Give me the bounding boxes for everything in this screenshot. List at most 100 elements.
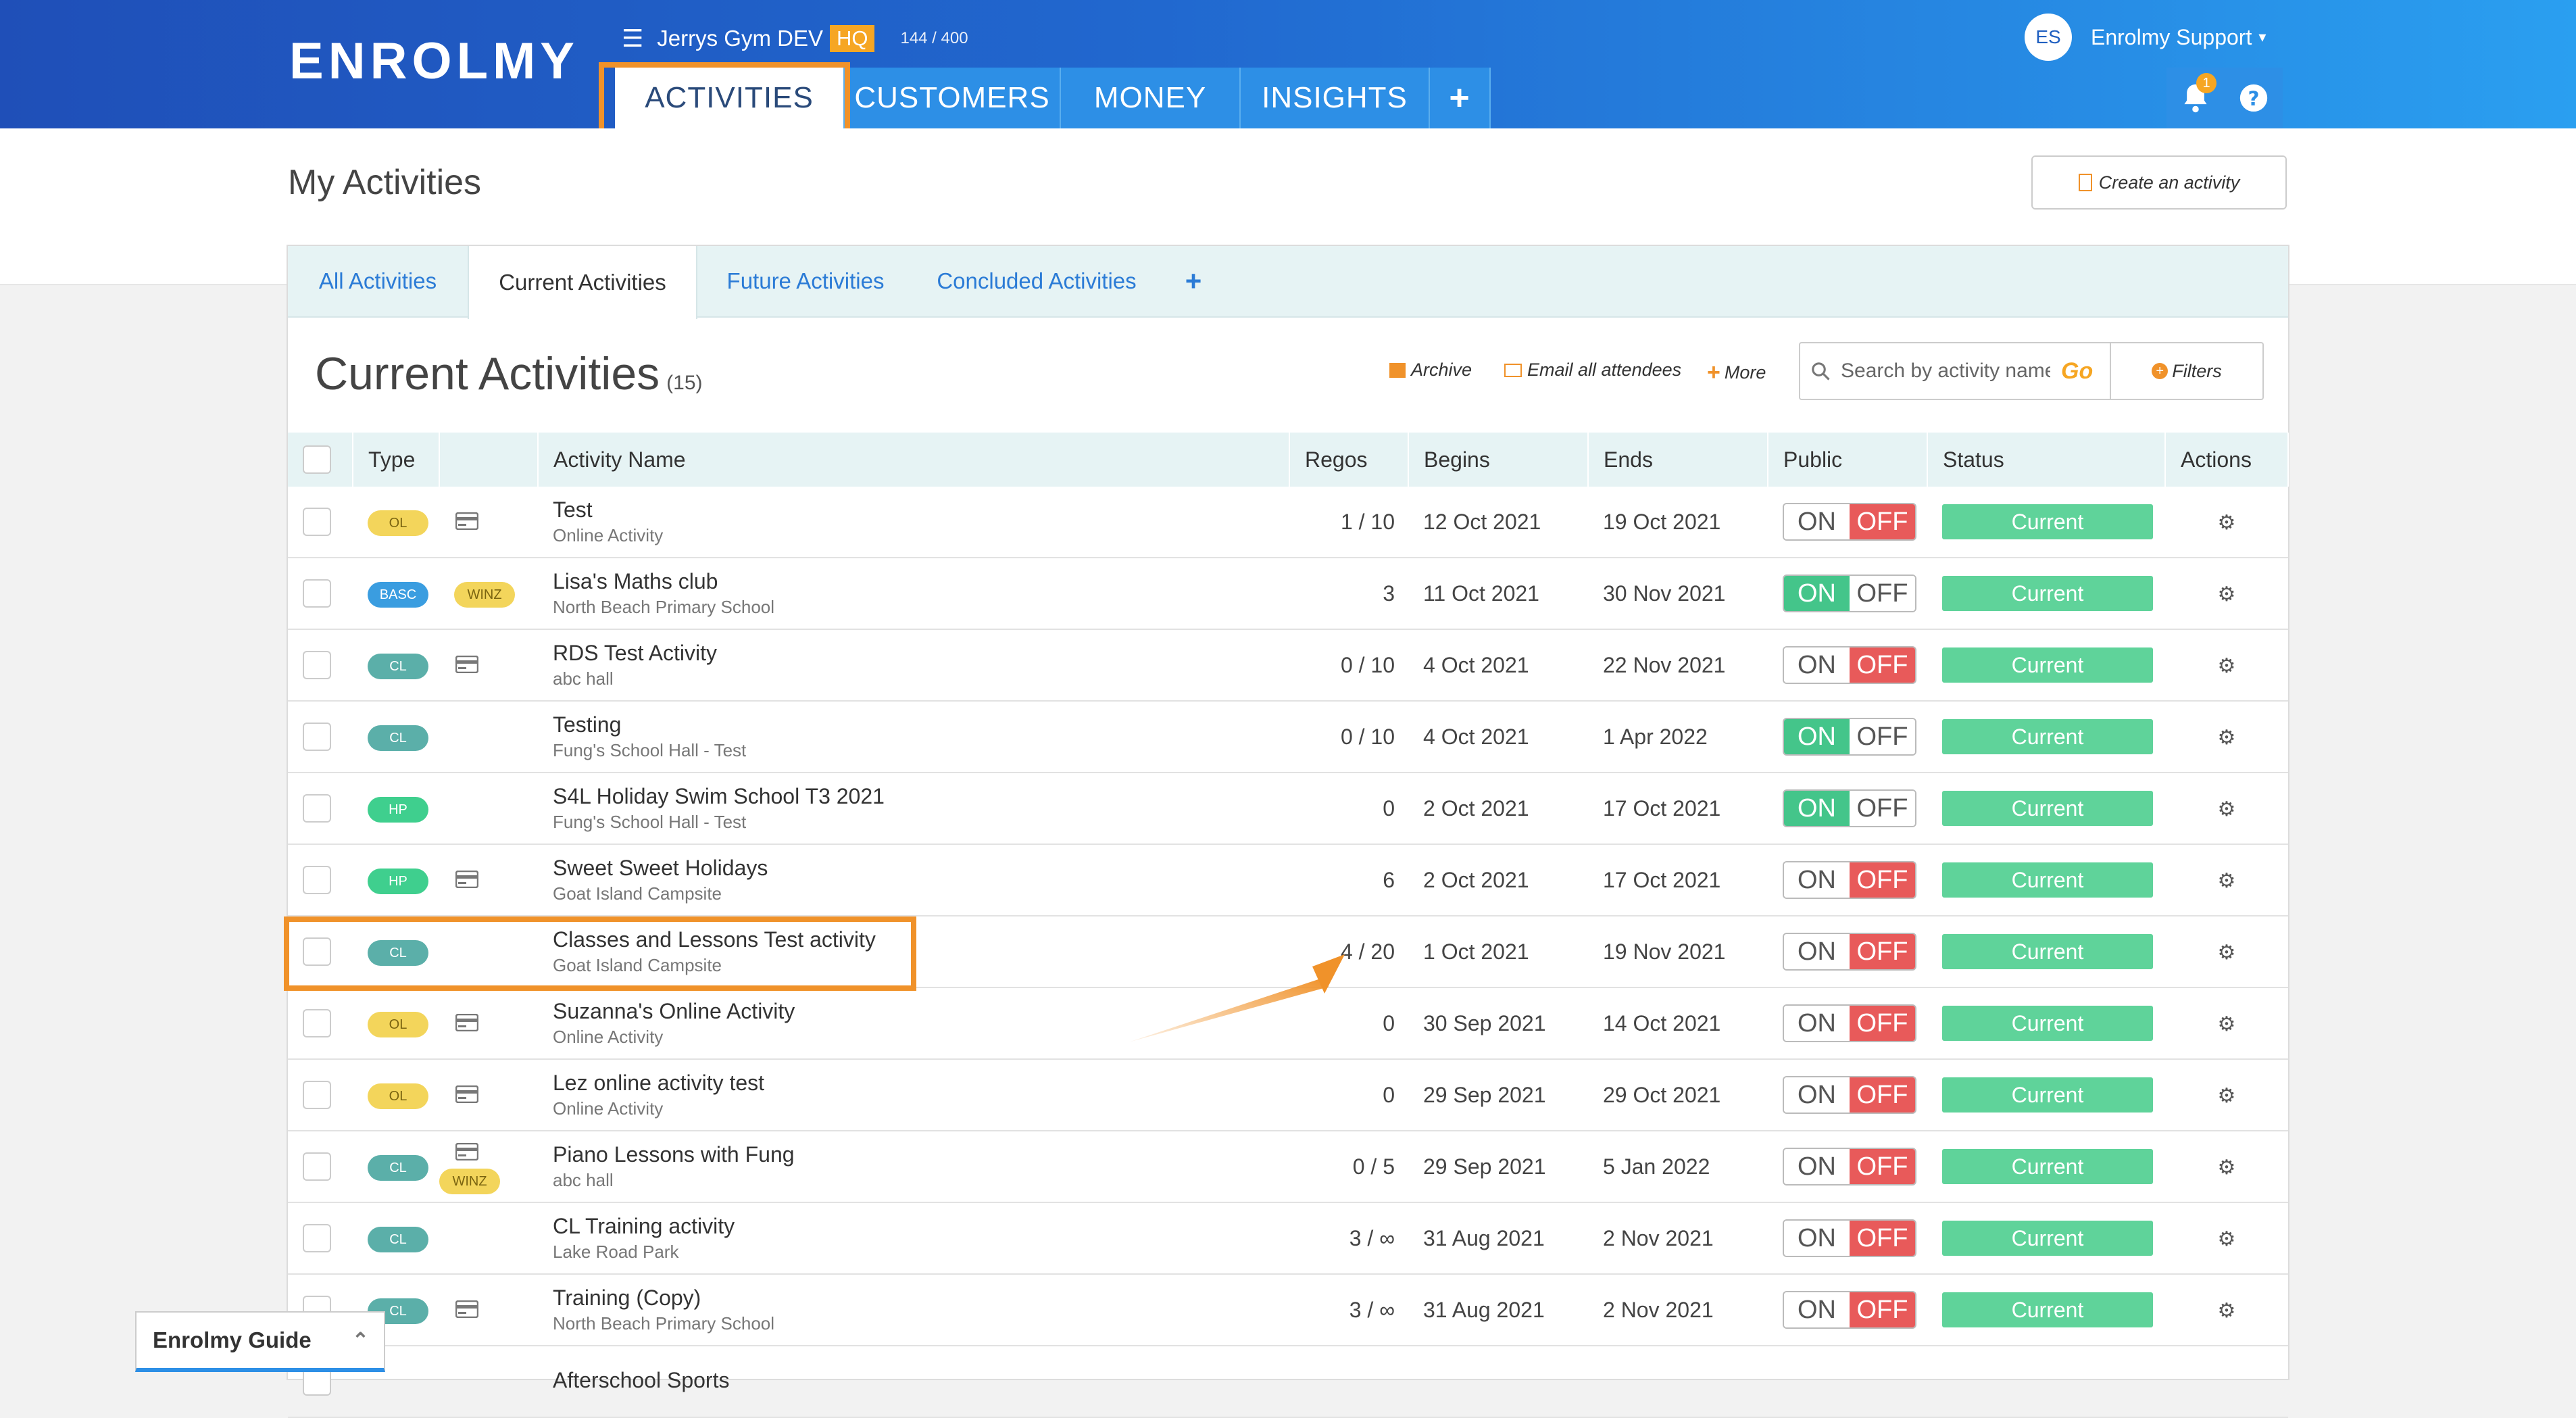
public-toggle[interactable]: ON OFF bbox=[1783, 1004, 1916, 1042]
add-tab-icon[interactable]: + bbox=[1160, 246, 1227, 316]
table-row[interactable]: CL RDS Test Activity abc hall 0 / 10 4 Oct 2… bbox=[288, 629, 2288, 702]
activity-name-cell[interactable]: Testing Fung's School Hall - Test bbox=[538, 701, 1289, 773]
gear-icon[interactable]: ⚙ bbox=[2218, 512, 2236, 534]
archive-button[interactable]: Archive bbox=[1389, 360, 1472, 381]
toggle-on[interactable]: ON bbox=[1784, 934, 1850, 969]
activity-name-cell[interactable]: Sweet Sweet Holidays Goat Island Campsite bbox=[538, 844, 1289, 916]
public-toggle[interactable]: ON OFF bbox=[1783, 646, 1916, 684]
row-checkbox[interactable] bbox=[303, 579, 331, 608]
toggle-on[interactable]: ON bbox=[1784, 1006, 1850, 1041]
toggle-off[interactable]: OFF bbox=[1850, 1077, 1915, 1113]
public-toggle[interactable]: ON OFF bbox=[1783, 789, 1916, 827]
nav-tab-customers[interactable]: CUSTOMERS bbox=[845, 68, 1061, 128]
public-toggle[interactable]: ON OFF bbox=[1783, 1291, 1916, 1329]
nav-tab-money[interactable]: MONEY bbox=[1061, 68, 1241, 128]
activity-name[interactable]: Afterschool Sports bbox=[553, 1368, 1289, 1393]
toggle-off[interactable]: OFF bbox=[1850, 791, 1915, 826]
toggle-on[interactable]: ON bbox=[1784, 1149, 1850, 1184]
activity-name[interactable]: Test bbox=[553, 497, 1289, 522]
activity-name-cell[interactable]: Lez online activity test Online Activity bbox=[538, 1059, 1289, 1131]
toggle-on[interactable]: ON bbox=[1784, 862, 1850, 898]
gear-icon[interactable]: ⚙ bbox=[2218, 942, 2236, 964]
row-checkbox[interactable] bbox=[303, 1009, 331, 1037]
gear-icon[interactable]: ⚙ bbox=[2218, 798, 2236, 821]
gear-icon[interactable]: ⚙ bbox=[2218, 1228, 2236, 1250]
col-ends[interactable]: Ends bbox=[1588, 433, 1768, 487]
toggle-on[interactable]: ON bbox=[1784, 576, 1850, 611]
toggle-on[interactable]: ON bbox=[1784, 791, 1850, 826]
enrolmy-guide-widget[interactable]: Enrolmy Guide ⌃ bbox=[135, 1311, 385, 1372]
public-toggle[interactable]: ON OFF bbox=[1783, 574, 1916, 612]
search-input[interactable]: Search by activity name bbox=[1841, 360, 2050, 383]
row-checkbox[interactable] bbox=[303, 508, 331, 536]
chevron-up-icon[interactable]: ⌃ bbox=[352, 1329, 369, 1352]
gear-icon[interactable]: ⚙ bbox=[2218, 655, 2236, 677]
activity-name[interactable]: Testing bbox=[553, 712, 1289, 737]
activity-name-cell[interactable]: Lisa's Maths club North Beach Primary Sch… bbox=[538, 558, 1289, 630]
table-row[interactable]: HP Sweet Sweet Holidays Goat Island Campsi… bbox=[288, 844, 2288, 916]
row-checkbox[interactable] bbox=[303, 1224, 331, 1252]
tab-all-activities[interactable]: All Activities bbox=[288, 246, 468, 316]
toggle-on[interactable]: ON bbox=[1784, 719, 1850, 754]
create-activity-button[interactable]: Create an activity bbox=[2031, 155, 2287, 210]
add-icon[interactable]: + bbox=[1430, 68, 1491, 128]
public-toggle[interactable]: ON OFF bbox=[1783, 718, 1916, 756]
gear-icon[interactable]: ⚙ bbox=[2218, 583, 2236, 606]
activity-name-cell[interactable]: S4L Holiday Swim School T3 2021 Fung's Sc… bbox=[538, 773, 1289, 845]
table-row[interactable]: OL Test Online Activity 1 / 10 12 Oct 2021 19… bbox=[288, 487, 2288, 558]
toggle-off[interactable]: OFF bbox=[1850, 647, 1915, 683]
gear-icon[interactable]: ⚙ bbox=[2218, 1156, 2236, 1179]
toggle-on[interactable]: ON bbox=[1784, 1077, 1850, 1113]
table-row[interactable]: OL Lez online activity test Online Activit… bbox=[288, 1059, 2288, 1131]
menu-icon[interactable]: ☰ bbox=[622, 24, 643, 53]
row-checkbox[interactable] bbox=[303, 651, 331, 679]
public-toggle[interactable]: ON OFF bbox=[1783, 1076, 1916, 1114]
help-button[interactable]: ? bbox=[2225, 68, 2283, 128]
activity-name-cell[interactable]: Test Online Activity bbox=[538, 487, 1289, 558]
row-checkbox[interactable] bbox=[303, 1152, 331, 1181]
toggle-off[interactable]: OFF bbox=[1850, 862, 1915, 898]
col-begins[interactable]: Begins bbox=[1408, 433, 1589, 487]
nav-tab-insights[interactable]: INSIGHTS bbox=[1241, 68, 1430, 128]
public-toggle[interactable]: ON OFF bbox=[1783, 503, 1916, 541]
toggle-off[interactable]: OFF bbox=[1850, 576, 1915, 611]
toggle-off[interactable]: OFF bbox=[1850, 1006, 1915, 1041]
toggle-on[interactable]: ON bbox=[1784, 1221, 1850, 1256]
activity-name[interactable]: S4L Holiday Swim School T3 2021 bbox=[553, 784, 1289, 809]
public-toggle[interactable]: ON OFF bbox=[1783, 1148, 1916, 1185]
gear-icon[interactable]: ⚙ bbox=[2218, 727, 2236, 749]
activity-name-cell[interactable]: RDS Test Activity abc hall bbox=[538, 629, 1289, 702]
activity-name[interactable]: Sweet Sweet Holidays bbox=[553, 856, 1289, 881]
table-row[interactable]: Afterschool Sports bbox=[288, 1346, 2288, 1418]
row-checkbox[interactable] bbox=[303, 1081, 331, 1109]
activity-name[interactable]: Piano Lessons with Fung bbox=[553, 1142, 1289, 1167]
toggle-on[interactable]: ON bbox=[1784, 647, 1850, 683]
activity-name[interactable]: Training (Copy) bbox=[553, 1286, 1289, 1311]
activity-name[interactable]: CL Training activity bbox=[553, 1214, 1289, 1239]
toggle-off[interactable]: OFF bbox=[1850, 719, 1915, 754]
table-row[interactable]: HP S4L Holiday Swim School T3 2021 Fung's … bbox=[288, 773, 2288, 845]
filters-button[interactable]: + Filters bbox=[2110, 343, 2262, 399]
toggle-off[interactable]: OFF bbox=[1850, 1221, 1915, 1256]
table-row[interactable]: CL WINZ Piano Lessons with Fung abc hall 0 /… bbox=[288, 1131, 2288, 1203]
activity-name[interactable]: Lez online activity test bbox=[553, 1071, 1289, 1096]
toggle-on[interactable]: ON bbox=[1784, 504, 1850, 539]
table-row[interactable]: CL CL Training activity Lake Road Park 3 / … bbox=[288, 1202, 2288, 1275]
row-checkbox[interactable] bbox=[303, 794, 331, 823]
enrolmy-logo[interactable]: ENROLMY bbox=[289, 32, 579, 90]
toggle-off[interactable]: OFF bbox=[1850, 1292, 1915, 1327]
col-regos[interactable]: Regos bbox=[1289, 433, 1409, 487]
table-row[interactable]: CL Training (Copy) North Beach Primary Sch… bbox=[288, 1274, 2288, 1346]
notifications-button[interactable]: 1 bbox=[2166, 68, 2225, 128]
tab-future-activities[interactable]: Future Activities bbox=[697, 246, 914, 316]
activity-name-cell[interactable]: Piano Lessons with Fung abc hall bbox=[538, 1131, 1289, 1203]
public-toggle[interactable]: ON OFF bbox=[1783, 933, 1916, 971]
activity-name[interactable]: RDS Test Activity bbox=[553, 641, 1289, 666]
gear-icon[interactable]: ⚙ bbox=[2218, 870, 2236, 892]
email-attendees-button[interactable]: Email all attendees bbox=[1504, 360, 1681, 381]
toggle-on[interactable]: ON bbox=[1784, 1292, 1850, 1327]
activity-name-cell[interactable]: Afterschool Sports bbox=[538, 1346, 1289, 1418]
activity-name-cell[interactable]: Training (Copy) North Beach Primary Schoo… bbox=[538, 1274, 1289, 1346]
user-menu[interactable]: ES Enrolmy Support ▾ bbox=[2025, 14, 2266, 61]
toggle-off[interactable]: OFF bbox=[1850, 934, 1915, 969]
